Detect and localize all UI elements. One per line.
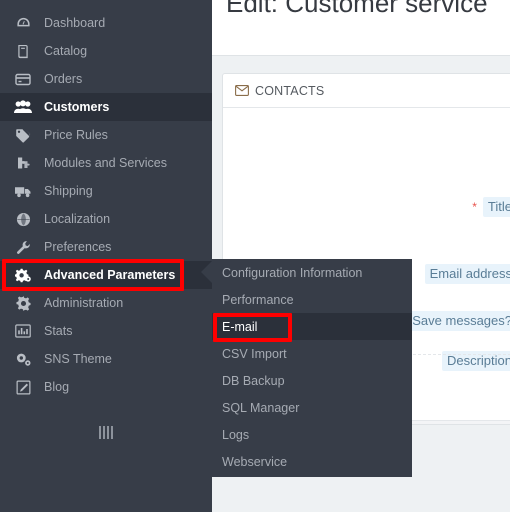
submenu-item-label: Logs [222, 427, 250, 442]
page-header: Edit: Customer service [212, 0, 510, 56]
app-root: Dashboard Catalog Orders Customers Price [0, 0, 510, 512]
submenu-item-label: SQL Manager [222, 400, 300, 415]
sidebar-item-orders[interactable]: Orders [0, 65, 212, 93]
envelope-icon [235, 85, 249, 96]
collapse-handle-bars [99, 425, 113, 439]
contacts-panel-header: CONTACTS [223, 74, 510, 108]
sidebar-item-label: Price Rules [44, 127, 108, 142]
field-label-title: Title [482, 197, 510, 217]
sidebar-item-administration[interactable]: Administration [0, 289, 212, 317]
submenu-item-csv-import[interactable]: CSV Import [212, 340, 412, 367]
sidebar-item-sns-theme[interactable]: SNS Theme [0, 345, 212, 373]
sidebar-item-localization[interactable]: Localization [0, 205, 212, 233]
submenu-item-label: Webservice [222, 454, 288, 469]
tag-icon [12, 126, 34, 144]
catalog-icon [12, 42, 34, 60]
submenu-item-webservice[interactable]: Webservice [212, 448, 412, 475]
form-row-email-address: Email address [424, 264, 510, 284]
customers-icon [12, 98, 34, 116]
sidebar-item-label: Dashboard [44, 15, 106, 30]
cogs-icon [12, 350, 34, 368]
submenu-item-label: DB Backup [222, 373, 285, 388]
chart-bar-icon [12, 322, 34, 340]
sidebar-item-label: Administration [44, 295, 124, 310]
submenu-item-label: CSV Import [222, 346, 287, 361]
wrench-icon [12, 238, 34, 256]
sidebar-item-price-rules[interactable]: Price Rules [0, 121, 212, 149]
sidebar-item-catalog[interactable]: Catalog [0, 37, 212, 65]
submenu-item-e-mail[interactable]: E-mail [212, 313, 412, 340]
main-sidebar: Dashboard Catalog Orders Customers Price [0, 0, 212, 512]
dashboard-icon [12, 14, 34, 32]
sidebar-item-preferences[interactable]: Preferences [0, 233, 212, 261]
page-title: Edit: Customer service [226, 0, 488, 18]
truck-icon [12, 182, 34, 200]
sidebar-item-advanced-parameters[interactable]: Advanced Parameters [0, 261, 212, 289]
sidebar-item-modules-and-services[interactable]: Modules and Services [0, 149, 212, 177]
required-marker: * [472, 200, 477, 214]
field-label-email-address: Email address [424, 264, 510, 284]
modules-icon [12, 154, 34, 172]
submenu-item-configuration-information[interactable]: Configuration Information [212, 259, 412, 286]
pencil-icon [12, 378, 34, 396]
form-row-title: * Title [472, 197, 510, 217]
sidebar-item-label: Customers [44, 99, 110, 114]
form-row-save-messages: Save messages? [407, 311, 510, 331]
advanced-parameters-submenu: Configuration Information Performance E-… [201, 259, 412, 477]
sidebar-item-label: Catalog [44, 43, 88, 58]
sidebar-item-stats[interactable]: Stats [0, 317, 212, 345]
cogs-icon [12, 266, 34, 284]
submenu-caret-icon [201, 261, 212, 283]
gear-icon [12, 294, 34, 312]
collapse-sidebar-handle[interactable] [0, 422, 212, 442]
sidebar-item-dashboard[interactable]: Dashboard [0, 9, 212, 37]
sidebar-item-label: Preferences [44, 239, 112, 254]
sidebar-item-label: Stats [44, 323, 73, 338]
submenu-item-performance[interactable]: Performance [212, 286, 412, 313]
sidebar-item-shipping[interactable]: Shipping [0, 177, 212, 205]
submenu-item-label: Performance [222, 292, 294, 307]
sidebar-item-label: Modules and Services [44, 155, 167, 170]
sidebar-item-customers[interactable]: Customers [0, 93, 212, 121]
sidebar-item-label: Advanced Parameters [44, 267, 176, 282]
sidebar-item-label: SNS Theme [44, 351, 112, 366]
sidebar-item-label: Localization [44, 211, 111, 226]
sidebar-item-label: Shipping [44, 183, 93, 198]
submenu-item-label: Configuration Information [222, 265, 363, 280]
field-label-save-messages: Save messages? [407, 311, 510, 331]
sidebar-item-blog[interactable]: Blog [0, 373, 212, 401]
contacts-panel-title: CONTACTS [255, 83, 325, 98]
submenu-item-label: E-mail [222, 319, 258, 334]
submenu-item-db-backup[interactable]: DB Backup [212, 367, 412, 394]
globe-icon [12, 210, 34, 228]
orders-icon [12, 70, 34, 88]
sidebar-item-label: Orders [44, 71, 83, 86]
sidebar-item-label: Blog [44, 379, 70, 394]
submenu-item-logs[interactable]: Logs [212, 421, 412, 448]
submenu-item-sql-manager[interactable]: SQL Manager [212, 394, 412, 421]
